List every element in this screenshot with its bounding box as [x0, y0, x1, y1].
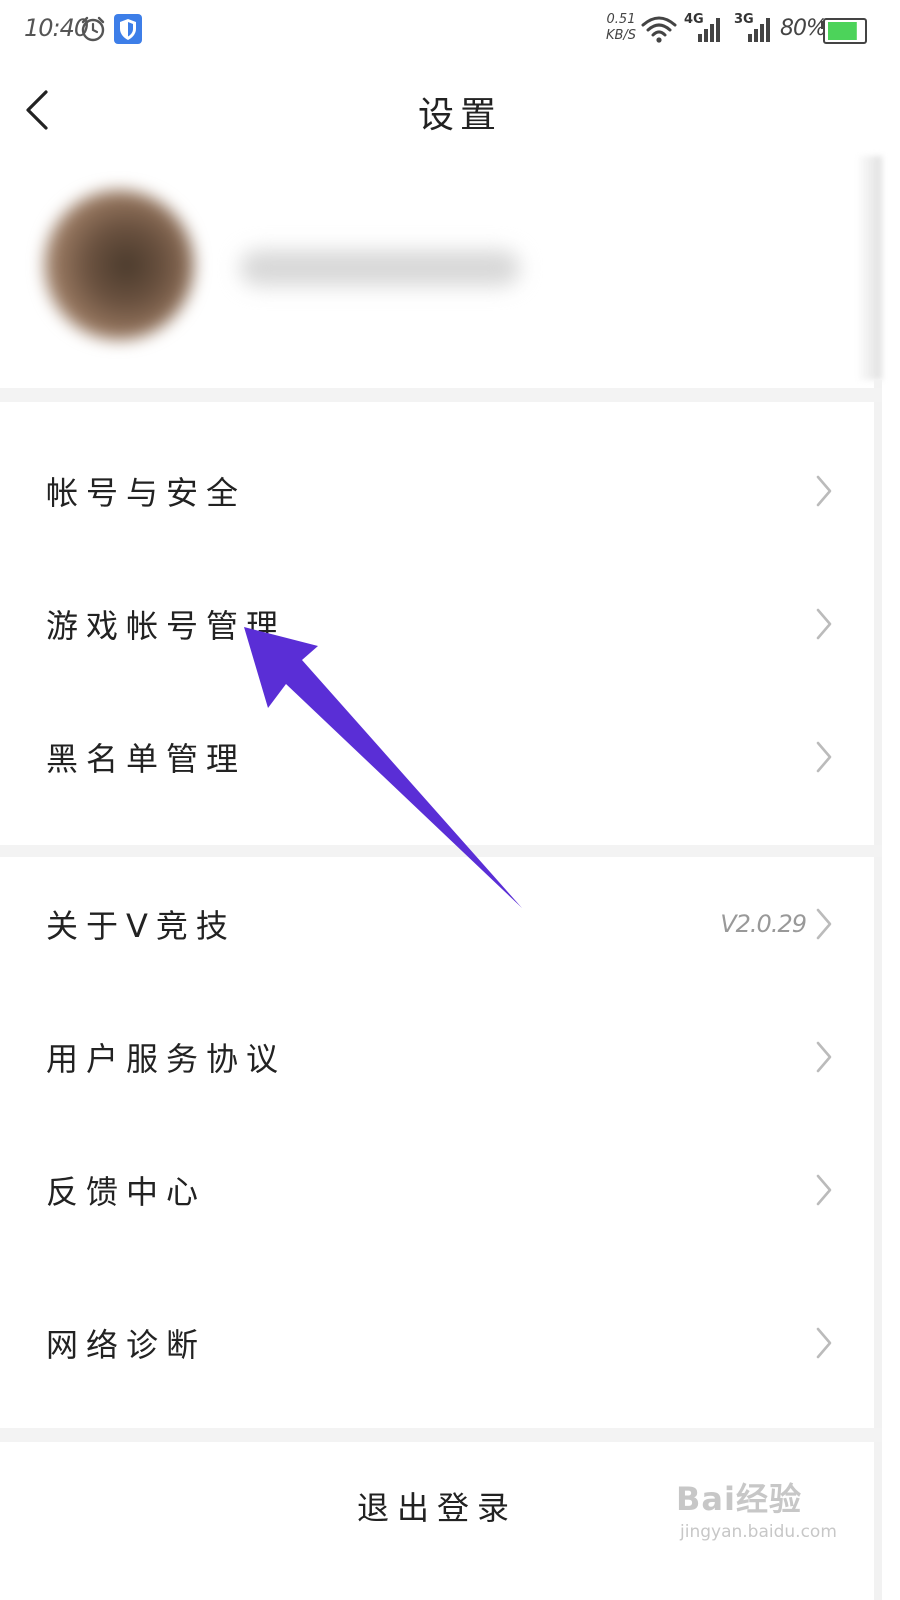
username-blurred: [240, 250, 520, 286]
settings-item-account-security[interactable]: 帐号与安全: [0, 424, 874, 557]
settings-item-blacklist[interactable]: 黑名单管理: [0, 690, 874, 823]
header: 设置: [0, 64, 900, 156]
chevron-right-icon: [816, 1041, 832, 1072]
avatar[interactable]: [44, 190, 194, 340]
settings-item-label: 反馈中心: [46, 1172, 207, 1211]
page-title: 设置: [417, 95, 502, 136]
chevron-right-icon: [816, 608, 832, 639]
section-divider: [0, 388, 882, 402]
logout-label: 退出登录: [356, 1489, 517, 1527]
net-speed: 0.51 KB/S: [604, 12, 638, 44]
net-speed-unit: KB/S: [605, 28, 637, 43]
shield-icon: [114, 14, 142, 44]
settings-item-game-account[interactable]: 游戏帐号管理: [0, 557, 874, 690]
signal-3g-icon: [748, 18, 770, 42]
battery-icon: [821, 18, 867, 44]
status-time: 10:40: [24, 14, 89, 42]
chevron-right-icon: [816, 908, 832, 939]
settings-item-user-agreement[interactable]: 用户服务协议: [0, 990, 874, 1123]
section-divider: [0, 845, 882, 857]
version-value: V2.0.29: [720, 909, 807, 938]
logout-button[interactable]: 退出登录: [0, 1442, 874, 1570]
chevron-right-icon: [816, 741, 832, 772]
net-speed-value: 0.51: [606, 12, 636, 27]
chevron-right-icon: [816, 1174, 832, 1205]
chevron-right-icon: [816, 1327, 832, 1358]
profile-edge-shadow: [856, 156, 882, 380]
settings-item-label: 游戏帐号管理: [46, 606, 287, 645]
chevron-right-icon: [816, 475, 832, 506]
settings-item-label: 黑名单管理: [46, 739, 247, 778]
wifi-icon: [641, 16, 677, 43]
settings-item-network-diagnosis[interactable]: 网络诊断: [0, 1276, 874, 1409]
signal-4g-icon: [698, 18, 720, 42]
section-divider: [0, 1428, 882, 1442]
right-edge-strip: [874, 380, 882, 1600]
status-bar: 10:40 0.51 KB/S 4G 3G 80%: [0, 0, 900, 64]
profile-card[interactable]: [0, 156, 882, 380]
settings-item-label: 网络诊断: [46, 1325, 207, 1364]
alarm-icon: [81, 16, 105, 42]
settings-item-label: 帐号与安全: [46, 473, 247, 512]
settings-item-label: 关于V竞技: [46, 906, 236, 945]
settings-item-about[interactable]: 关于V竞技 V2.0.29: [0, 857, 874, 990]
settings-item-feedback[interactable]: 反馈中心: [0, 1123, 874, 1256]
settings-item-label: 用户服务协议: [46, 1039, 287, 1078]
